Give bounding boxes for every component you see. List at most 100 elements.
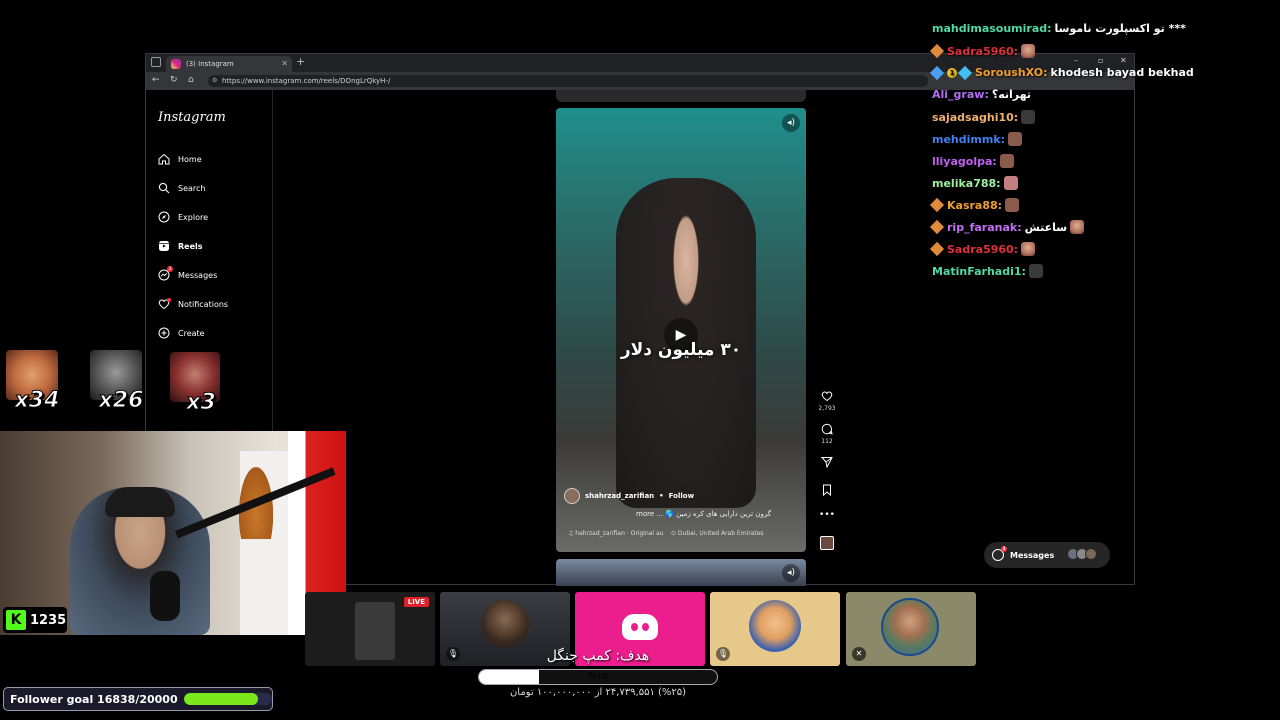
nav-reels-label: Reels xyxy=(178,241,203,251)
comment-button[interactable]: 112 xyxy=(816,423,838,445)
author-username[interactable]: shahrzad_zarifian xyxy=(585,492,654,500)
plus-icon xyxy=(158,327,170,339)
nav-search[interactable]: Search xyxy=(158,179,205,197)
discord-tile-user: 🎙 xyxy=(710,592,840,666)
tab-instagram[interactable]: (3) Instagram ✕ xyxy=(166,56,292,72)
rank-badge-icon xyxy=(929,241,945,257)
nav-reels[interactable]: Reels xyxy=(158,237,203,255)
discord-tile-live: LIVE xyxy=(305,592,435,666)
chat-message: mehdimmk: xyxy=(932,132,1023,146)
follow-button[interactable]: Follow xyxy=(669,492,694,500)
microphone-icon xyxy=(150,571,180,621)
heart-icon xyxy=(158,298,171,310)
nav-home[interactable]: Home xyxy=(158,150,202,168)
reel-audio[interactable]: ♫ hahrzad_zarifian · Original au xyxy=(568,530,663,537)
send-icon xyxy=(820,457,833,469)
reel-description[interactable]: گرون ترین دارایی های کره زمین 🌎 ... more xyxy=(636,510,771,518)
follower-progress-fill xyxy=(183,693,259,705)
combo-count: x34 xyxy=(14,388,60,414)
gem-badge-icon xyxy=(957,65,973,80)
url-text: https://www.instagram.com/reels/DOngLrQk… xyxy=(222,77,391,85)
comment-count: 112 xyxy=(821,438,833,445)
like-count: 2,793 xyxy=(818,405,836,412)
chat-username: mahdimasoumirad: xyxy=(932,22,1052,35)
chat-message: rip_faranak: ساعتش xyxy=(929,219,1085,235)
audio-thumbnail[interactable] xyxy=(816,536,838,553)
combo-count: x26 xyxy=(98,388,144,414)
messenger-icon: 3 xyxy=(158,266,173,281)
instagram-logo[interactable]: Instagram xyxy=(158,110,226,125)
stream-preview xyxy=(355,602,395,660)
mic-icon: 🎙 xyxy=(716,647,730,661)
streamer-webcam xyxy=(0,431,346,635)
share-button[interactable] xyxy=(816,456,838,471)
follower-goal-label: Follower goal 16838/20000 xyxy=(10,692,178,706)
tab-menu-icon[interactable] xyxy=(151,57,161,67)
nav-create[interactable]: Create xyxy=(158,324,205,342)
instagram-favicon-icon xyxy=(171,59,181,69)
chat-username: sajadsaghi10: xyxy=(932,110,1019,124)
chat-message: Sadra5960: xyxy=(929,43,1036,59)
chat-message: melika788: xyxy=(932,176,1018,190)
mic-icon: 🎙 xyxy=(446,647,460,661)
save-button[interactable] xyxy=(816,484,838,499)
back-arrow-icon[interactable]: ← xyxy=(152,75,160,85)
notifications-dot xyxy=(167,298,171,302)
chat-username: mehdimmk: xyxy=(932,132,1006,146)
follower-progress-bar xyxy=(183,693,272,705)
minimize-button[interactable]: – xyxy=(1074,56,1078,65)
tab-title: (3) Instagram xyxy=(186,60,234,68)
reel-video[interactable]: ◂) ▶ ۳۰ میلیون دلار shahrzad_zarifian • … xyxy=(556,108,806,552)
emote-icon xyxy=(1005,198,1020,212)
nav-search-label: Search xyxy=(178,183,206,193)
home-browser-icon[interactable]: ⌂ xyxy=(188,75,194,85)
discord-tile-user: ✕ xyxy=(846,592,976,666)
next-reel-preview[interactable]: ◂) xyxy=(556,559,806,586)
close-tab-icon[interactable]: ✕ xyxy=(281,56,288,72)
bookmark-icon xyxy=(823,484,831,497)
url-field[interactable]: ⚙ https://www.instagram.com/reels/DOngLr… xyxy=(208,75,928,87)
reload-icon[interactable]: ↻ xyxy=(170,75,178,85)
chat-message: lliyagolpa: xyxy=(932,154,1014,168)
live-badge: LIVE xyxy=(403,597,429,607)
kick-viewer-count: K 1235 xyxy=(3,607,67,633)
like-button[interactable]: 2,793 xyxy=(816,390,838,412)
goal-progress-bar: %۲۵ xyxy=(478,669,718,685)
nav-create-label: Create xyxy=(178,328,205,338)
nav-explore[interactable]: Explore xyxy=(158,208,208,226)
emote-combo: x3 xyxy=(170,352,222,416)
compass-icon xyxy=(158,211,170,223)
avatar xyxy=(881,598,939,656)
nav-messages[interactable]: 3 Messages xyxy=(158,266,217,284)
messenger-icon: 3 xyxy=(992,546,1007,561)
reel-author: shahrzad_zarifian • Follow xyxy=(564,488,694,504)
chat-message: Kasra88: xyxy=(929,197,1020,213)
new-tab-button[interactable]: + xyxy=(296,55,305,68)
discord-logo-icon xyxy=(622,614,658,640)
mic-muted-icon: ✕ xyxy=(852,647,866,661)
heart-icon xyxy=(821,391,833,402)
reels-icon xyxy=(158,240,170,252)
more-options-icon[interactable]: ••• xyxy=(816,510,838,520)
emote-icon xyxy=(1021,242,1036,256)
separator-dot: • xyxy=(659,492,664,500)
volume-icon[interactable]: ◂) xyxy=(782,114,800,132)
chat-username: rip_faranak: xyxy=(947,220,1022,234)
messages-pill[interactable]: 3 Messages xyxy=(984,542,1110,568)
nav-explore-label: Explore xyxy=(178,212,209,222)
volume-icon[interactable]: ◂) xyxy=(782,564,800,582)
rank-badge-icon xyxy=(929,219,945,235)
chat-text: تو اکسپلورت ناموسا *** xyxy=(1054,22,1186,35)
chat-message: Sadra5960: xyxy=(929,241,1036,257)
streamer-hair xyxy=(105,487,175,517)
emote-icon xyxy=(999,154,1014,168)
reel-location[interactable]: ⊙ Dubai, United Arab Emirates xyxy=(671,530,764,537)
chat-username: lliyagolpa: xyxy=(932,154,997,168)
close-window-button[interactable]: ✕ xyxy=(1120,56,1127,65)
author-avatar[interactable] xyxy=(564,488,580,504)
chat-message: sajadsaghi10: xyxy=(932,110,1036,124)
messages-pill-label: Messages xyxy=(1010,550,1055,560)
maximize-button[interactable]: ▫ xyxy=(1098,56,1103,65)
site-info-icon[interactable]: ⚙ xyxy=(212,75,217,87)
nav-notifications[interactable]: Notifications xyxy=(158,295,228,313)
